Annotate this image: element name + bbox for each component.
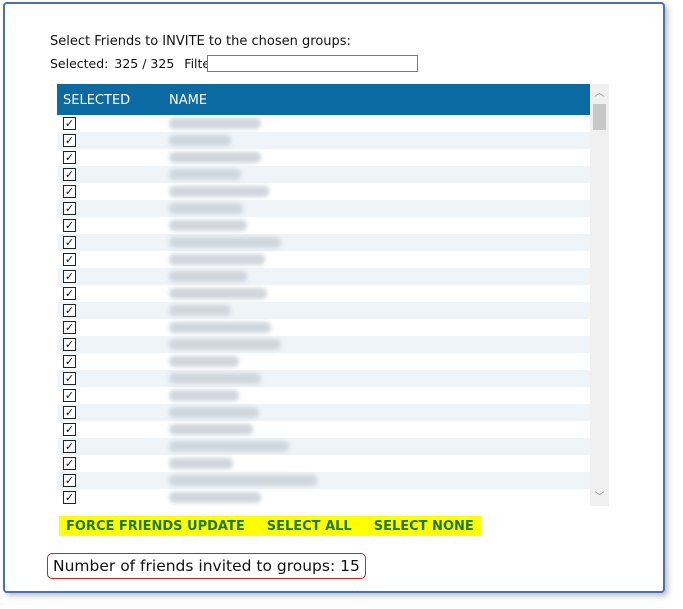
- column-header-name[interactable]: NAME: [169, 93, 207, 108]
- select-all-button[interactable]: SELECT ALL: [263, 519, 356, 534]
- table-row[interactable]: ✓: [57, 166, 590, 183]
- table-row[interactable]: ✓: [57, 285, 590, 302]
- row-checkbox[interactable]: ✓: [63, 355, 76, 368]
- row-checkbox[interactable]: ✓: [63, 202, 76, 215]
- filter-input[interactable]: [207, 55, 418, 72]
- friend-name-blurred: [169, 152, 261, 163]
- friend-name-blurred: [169, 186, 269, 197]
- row-checkbox[interactable]: ✓: [63, 338, 76, 351]
- table-row[interactable]: ✓: [57, 132, 590, 149]
- table-row[interactable]: ✓: [57, 183, 590, 200]
- row-checkbox[interactable]: ✓: [63, 389, 76, 402]
- table-row[interactable]: ✓: [57, 319, 590, 336]
- force-friends-update-button[interactable]: FORCE FRIENDS UPDATE: [62, 519, 249, 534]
- selection-summary: Selected: 325 / 325 Filter:: [50, 56, 219, 71]
- row-checkbox[interactable]: ✓: [63, 185, 76, 198]
- friend-name-blurred: [169, 475, 317, 486]
- friend-name-blurred: [169, 339, 281, 350]
- table-row[interactable]: ✓: [57, 387, 590, 404]
- row-checkbox[interactable]: ✓: [63, 117, 76, 130]
- selected-label: Selected:: [50, 56, 109, 71]
- grid-rows: ✓ ✓ ✓ ✓ ✓ ✓ ✓ ✓ ✓ ✓ ✓ ✓ ✓ ✓ ✓ ✓ ✓ ✓ ✓ ✓ ✓ ✓ ✓: [57, 115, 590, 506]
- row-checkbox[interactable]: ✓: [63, 236, 76, 249]
- friend-name-blurred: [169, 407, 259, 418]
- table-row[interactable]: ✓: [57, 370, 590, 387]
- row-checkbox[interactable]: ✓: [63, 474, 76, 487]
- column-header-selected[interactable]: SELECTED: [63, 93, 130, 108]
- row-checkbox[interactable]: ✓: [63, 372, 76, 385]
- friend-name-blurred: [169, 373, 261, 384]
- friend-name-blurred: [169, 424, 253, 435]
- chevron-down-icon[interactable]: ﹀: [590, 490, 609, 506]
- row-checkbox[interactable]: ✓: [63, 321, 76, 334]
- friend-name-blurred: [169, 441, 289, 452]
- page-title: Select Friends to INVITE to the chosen g…: [50, 34, 351, 49]
- row-checkbox[interactable]: ✓: [63, 304, 76, 317]
- friend-name-blurred: [169, 356, 239, 367]
- table-row[interactable]: ✓: [57, 455, 590, 472]
- table-row[interactable]: ✓: [57, 268, 590, 285]
- row-checkbox[interactable]: ✓: [63, 168, 76, 181]
- row-checkbox[interactable]: ✓: [63, 270, 76, 283]
- friend-name-blurred: [169, 254, 265, 265]
- friend-name-blurred: [169, 220, 247, 231]
- table-row[interactable]: ✓: [57, 489, 590, 506]
- table-row[interactable]: ✓: [57, 302, 590, 319]
- row-checkbox[interactable]: ✓: [63, 219, 76, 232]
- row-checkbox[interactable]: ✓: [63, 491, 76, 504]
- table-row[interactable]: ✓: [57, 200, 590, 217]
- select-none-button[interactable]: SELECT NONE: [370, 519, 478, 534]
- table-row[interactable]: ✓: [57, 251, 590, 268]
- row-checkbox[interactable]: ✓: [63, 287, 76, 300]
- grid-header: SELECTED NAME: [57, 84, 590, 115]
- friend-name-blurred: [169, 322, 271, 333]
- table-row[interactable]: ✓: [57, 234, 590, 251]
- table-row[interactable]: ✓: [57, 149, 590, 166]
- chevron-up-icon[interactable]: ︿: [590, 86, 609, 102]
- table-row[interactable]: ✓: [57, 336, 590, 353]
- friend-name-blurred: [169, 288, 267, 299]
- invited-count-callout: Number of friends invited to groups: 15: [47, 553, 366, 579]
- vertical-scrollbar[interactable]: ︿ ﹀: [590, 84, 609, 506]
- table-row[interactable]: ✓: [57, 353, 590, 370]
- friend-name-blurred: [169, 203, 243, 214]
- row-checkbox[interactable]: ✓: [63, 440, 76, 453]
- friend-name-blurred: [169, 492, 261, 503]
- friend-name-blurred: [169, 458, 233, 469]
- table-row[interactable]: ✓: [57, 421, 590, 438]
- table-row[interactable]: ✓: [57, 472, 590, 489]
- friend-name-blurred: [169, 135, 231, 146]
- row-checkbox[interactable]: ✓: [63, 134, 76, 147]
- row-checkbox[interactable]: ✓: [63, 406, 76, 419]
- table-row[interactable]: ✓: [57, 438, 590, 455]
- scroll-thumb[interactable]: [593, 104, 606, 130]
- table-row[interactable]: ✓: [57, 115, 590, 132]
- friends-grid: SELECTED NAME ✓ ✓ ✓ ✓ ✓ ✓ ✓ ✓ ✓ ✓ ✓ ✓ ✓ ✓ ✓ ✓ ✓ ✓ ✓ ✓ ✓ ✓ ✓ ︿ …: [57, 84, 609, 506]
- friend-name-blurred: [169, 305, 231, 316]
- friend-name-blurred: [169, 390, 239, 401]
- friend-name-blurred: [169, 237, 281, 248]
- table-row[interactable]: ✓: [57, 404, 590, 421]
- friend-name-blurred: [169, 118, 261, 129]
- row-checkbox[interactable]: ✓: [63, 151, 76, 164]
- row-checkbox[interactable]: ✓: [63, 423, 76, 436]
- row-checkbox[interactable]: ✓: [63, 457, 76, 470]
- row-checkbox[interactable]: ✓: [63, 253, 76, 266]
- friend-name-blurred: [169, 271, 247, 282]
- friend-name-blurred: [169, 169, 241, 180]
- table-row[interactable]: ✓: [57, 217, 590, 234]
- selected-count: 325 / 325: [114, 56, 175, 71]
- action-bar: FORCE FRIENDS UPDATE SELECT ALL SELECT N…: [59, 516, 481, 536]
